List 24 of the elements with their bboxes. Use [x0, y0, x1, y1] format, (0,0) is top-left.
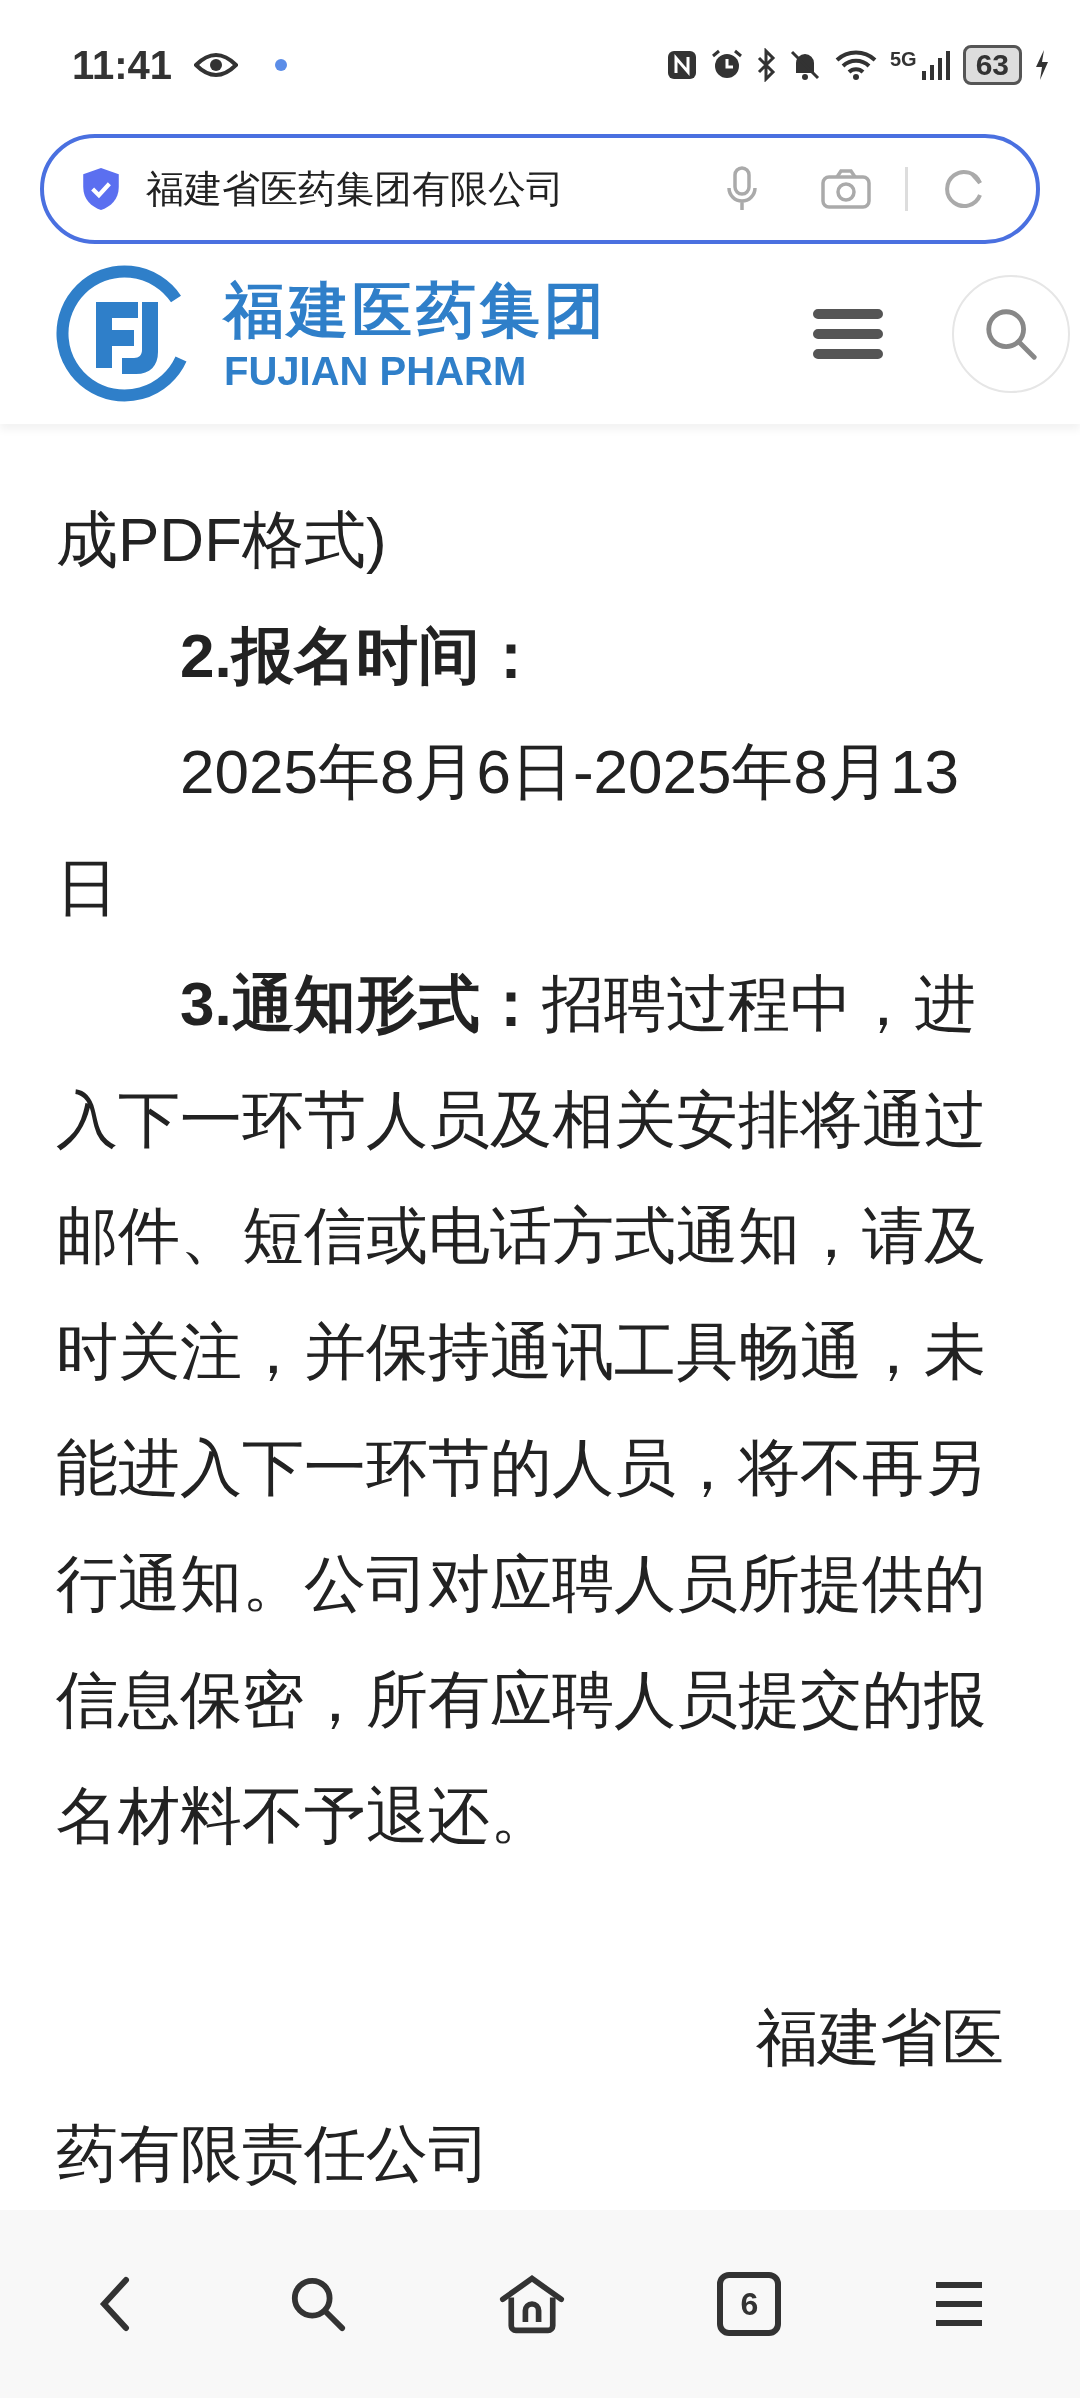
app-notification-icon: [274, 58, 289, 72]
shield-check-icon: [80, 166, 122, 212]
article-paragraph: 2.报名时间：: [179, 620, 543, 692]
menu-icon[interactable]: [812, 306, 884, 362]
article-paragraph: 福建省医药有限责任公司: [56, 2002, 1005, 2190]
signal-icon: [920, 49, 951, 81]
article-paragraph: 3.通知形式：招聘过程中，进入下一环节人员及相关安排将通过邮件、短信或电话方式通知，请及时关注，并保持通讯工具畅通，未能进入下一环节的人员，将不再另行通知。公司对应聘人员所提供的信息保密，所有应聘人员提交的报名材料不予退还。: [56, 968, 987, 1852]
logo-title: 福建医药集团: [224, 276, 608, 346]
address-text: 福建省医药集团有限公司: [146, 166, 564, 212]
nfc-icon: [665, 49, 698, 81]
clock-time: 11:41: [72, 42, 173, 88]
home-icon[interactable]: [498, 2274, 565, 2334]
charging-icon: [1034, 49, 1050, 81]
tabs-button[interactable]: 6: [717, 2272, 782, 2336]
wifi-icon: [833, 49, 878, 81]
search-button[interactable]: [952, 275, 1070, 393]
logo-subtitle: FUJIAN PHARM: [224, 348, 528, 394]
eye-icon: [194, 51, 239, 79]
bluetooth-icon: [755, 48, 776, 82]
article-paragraph: 成PDF格式): [56, 504, 388, 576]
menu-icon[interactable]: [933, 2279, 984, 2329]
article-paragraph: 2025年8月6日-2025年8月13日: [56, 736, 960, 924]
battery-level: 63: [962, 45, 1022, 85]
network-label: 5G: [889, 47, 917, 71]
